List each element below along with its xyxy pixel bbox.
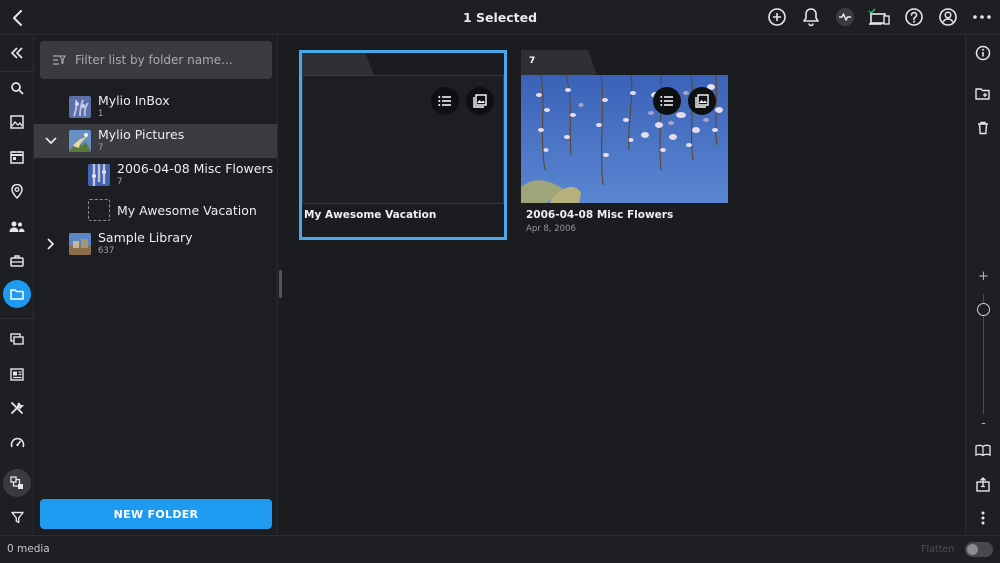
left-rail [0, 36, 34, 534]
folder-thumbnail [69, 130, 91, 152]
folder-name: 2006-04-08 Misc Flowers [117, 161, 274, 176]
list-view-icon[interactable] [431, 87, 459, 115]
folder-name: Mylio Pictures [98, 127, 185, 142]
folder-card-my-awesome-vacation[interactable]: My Awesome Vacation [299, 50, 507, 240]
chevron-right-icon[interactable] [44, 237, 58, 251]
right-rail: + - [965, 36, 1000, 534]
folder-count: 7 [98, 143, 104, 153]
empty-folder-thumbnail [88, 199, 110, 221]
photo-icon[interactable] [3, 108, 31, 136]
activity-icon[interactable] [834, 6, 856, 28]
folder-count: 1 [98, 109, 104, 119]
gallery-view-icon[interactable] [466, 87, 494, 115]
folder-thumbnail [69, 233, 91, 255]
new-folder-button[interactable]: NEW FOLDER [40, 499, 272, 529]
folder-card-misc-flowers[interactable]: 7 2006-04-08 Misc Flowers Apr 8, 2006 [521, 50, 729, 240]
zoom-out-icon[interactable]: - [966, 416, 1000, 431]
calendar-icon[interactable] [3, 143, 31, 171]
back-icon[interactable] [6, 6, 30, 30]
layout-icon[interactable] [3, 360, 31, 388]
suitcase-icon[interactable] [3, 246, 31, 274]
folder-icon[interactable] [3, 280, 31, 308]
add-circle-icon[interactable] [766, 6, 788, 28]
more-vertical-icon[interactable] [971, 506, 995, 530]
help-icon[interactable] [903, 6, 925, 28]
book-icon[interactable] [971, 438, 995, 462]
more-icon[interactable] [971, 6, 993, 28]
zoom-in-icon[interactable]: + [966, 269, 1000, 284]
people-icon[interactable] [3, 212, 31, 240]
folder-add-icon[interactable] [971, 82, 995, 106]
gallery-view-icon[interactable] [688, 87, 716, 115]
sources-icon[interactable] [3, 469, 31, 497]
tools-icon[interactable] [3, 394, 31, 422]
folder-filter[interactable] [40, 41, 272, 79]
filter-list-icon [52, 51, 66, 70]
folder-name: My Awesome Vacation [117, 203, 257, 218]
folder-name: Sample Library [98, 230, 193, 245]
folder-item-misc-flowers[interactable]: 2006-04-08 Misc Flowers 7 [34, 158, 277, 192]
folder-thumbnail [88, 164, 110, 186]
folder-name: Mylio InBox [98, 93, 170, 108]
list-view-icon[interactable] [653, 87, 681, 115]
filter-icon[interactable] [3, 503, 31, 531]
folder-item-mylio-pictures[interactable]: Mylio Pictures 7 [34, 124, 277, 158]
folder-item-my-awesome-vacation[interactable]: My Awesome Vacation [34, 193, 277, 227]
devices-icon[interactable] [868, 6, 890, 28]
map-pin-icon[interactable] [3, 177, 31, 205]
card-title: My Awesome Vacation [304, 209, 437, 221]
dashboard-icon[interactable] [3, 428, 31, 456]
folder-count: 7 [117, 177, 123, 187]
folder-thumbnail [69, 96, 91, 118]
panel-resize-handle[interactable] [279, 270, 282, 298]
chevron-down-icon[interactable] [44, 134, 58, 148]
collapse-icon[interactable] [3, 39, 31, 67]
folder-item-mylio-inbox[interactable]: Mylio InBox 1 [34, 90, 277, 124]
account-icon[interactable] [937, 6, 959, 28]
card-date: Apr 8, 2006 [526, 224, 576, 234]
top-bar: 1 Selected [0, 0, 1000, 35]
export-icon[interactable] [971, 472, 995, 496]
folder-item-sample-library[interactable]: Sample Library 637 [34, 227, 277, 261]
trash-icon[interactable] [971, 116, 995, 140]
folder-grid: My Awesome Vacation 7 2006-04-08 Misc Fl… [285, 36, 965, 534]
bell-icon[interactable] [800, 6, 822, 28]
media-count: 0 media [7, 543, 50, 555]
flatten-label: Flatten [921, 544, 955, 555]
zoom-slider-handle[interactable] [977, 303, 990, 316]
info-icon[interactable] [971, 41, 995, 65]
folder-filter-input[interactable] [75, 53, 265, 67]
card-tab: 7 [521, 50, 597, 75]
card-count: 7 [529, 56, 536, 66]
search-icon[interactable] [3, 74, 31, 102]
folder-count: 637 [98, 246, 115, 256]
flatten-toggle[interactable] [965, 542, 993, 557]
status-bar: 0 media Flatten [0, 535, 1000, 563]
card-tab [302, 53, 374, 75]
card-title: 2006-04-08 Misc Flowers [526, 209, 674, 221]
folder-panel: Mylio InBox 1 Mylio Pictures 7 2006-04-0… [34, 36, 278, 534]
stack-icon[interactable] [3, 325, 31, 353]
